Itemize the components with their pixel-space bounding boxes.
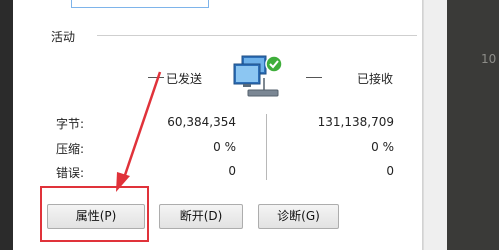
annotation-arrow-icon [116, 71, 162, 192]
